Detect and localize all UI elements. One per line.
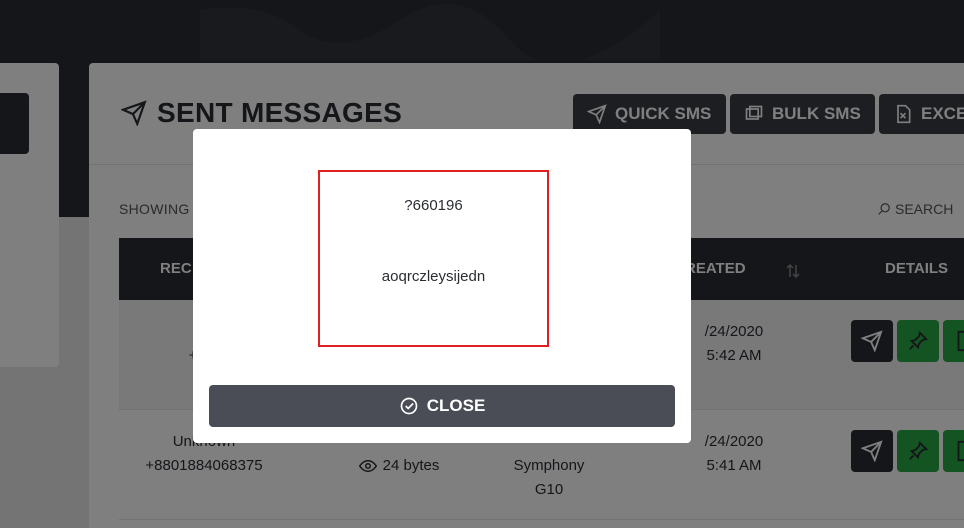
- message-content-box: ?660196 aoqrczleysijedn: [318, 170, 549, 347]
- message-details-modal: ?660196 aoqrczleysijedn CLOSE: [193, 129, 691, 443]
- close-label: CLOSE: [426, 396, 486, 415]
- message-line-1: ?660196: [404, 197, 463, 214]
- close-button[interactable]: CLOSE: [209, 385, 675, 427]
- message-line-2: aoqrczleysijedn: [381, 268, 486, 285]
- check-circle-icon: [400, 397, 418, 415]
